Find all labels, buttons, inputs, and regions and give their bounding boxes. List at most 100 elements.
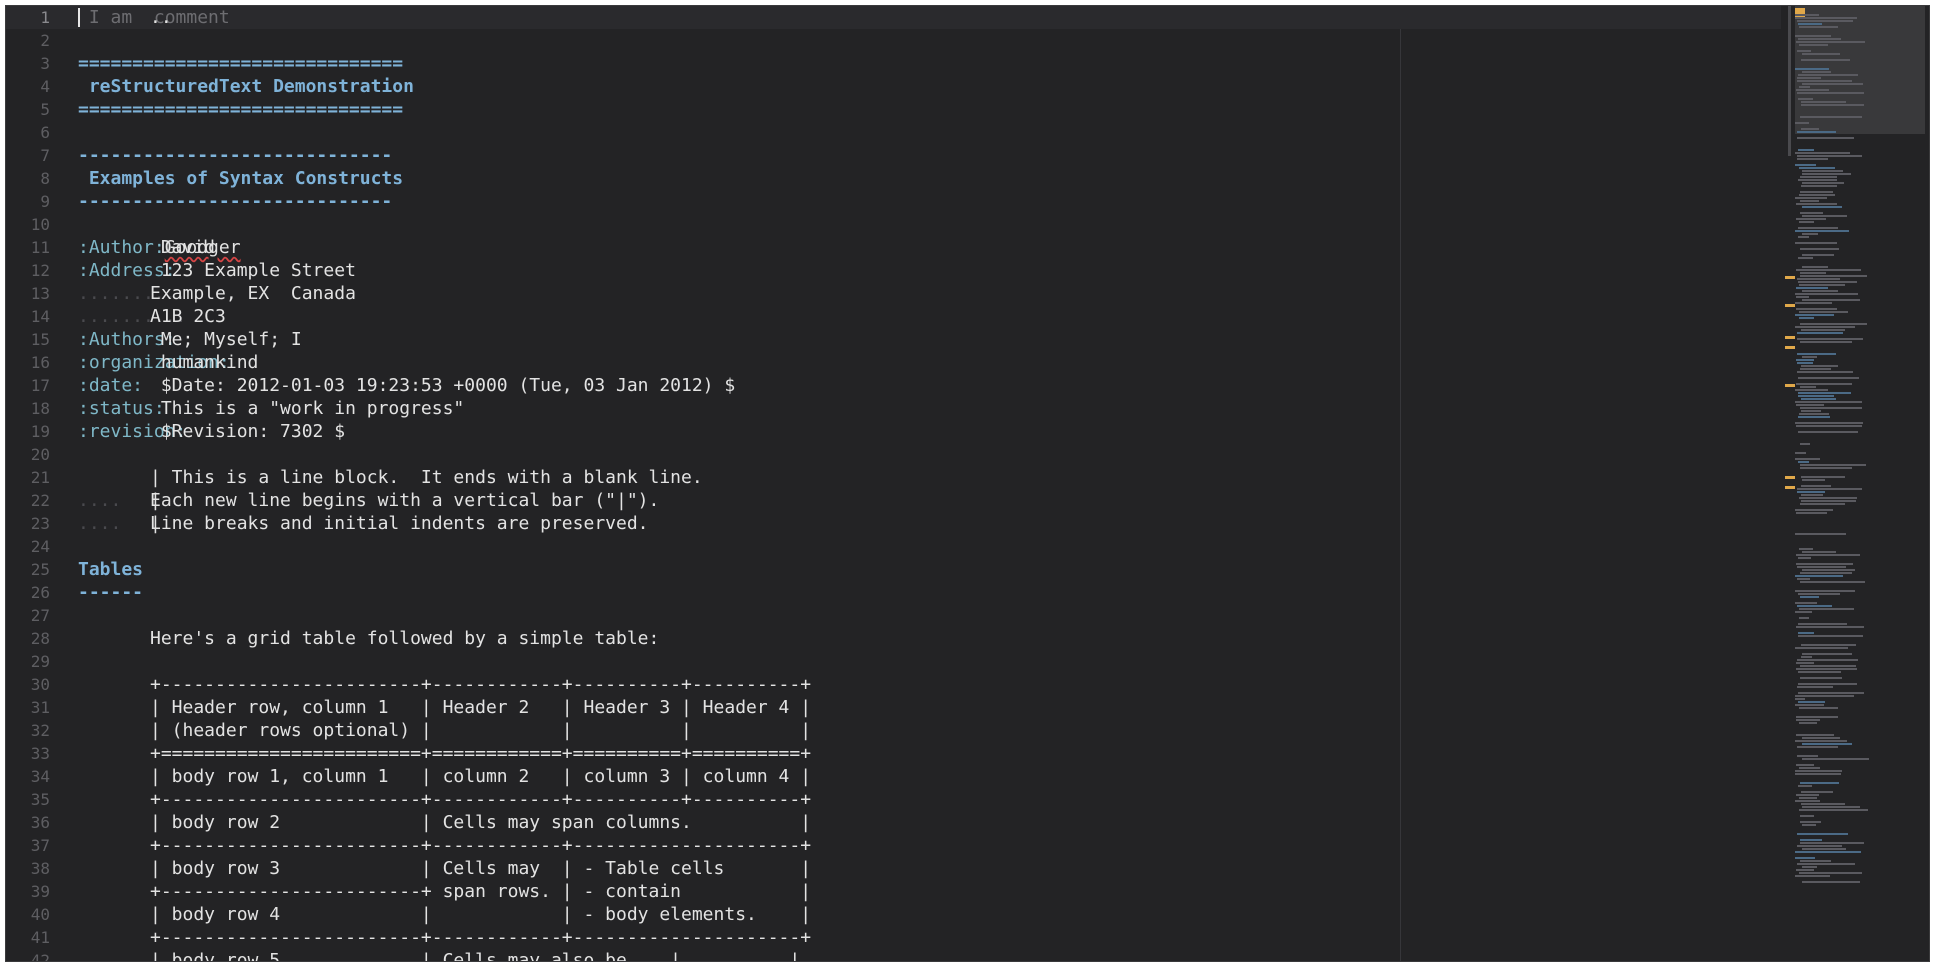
- code-line[interactable]: 25 Tables: [6, 558, 1781, 581]
- line-text[interactable]: :organization: humankind: [78, 351, 258, 374]
- code-line[interactable]: 4 reStructuredText Demonstration: [6, 75, 1781, 98]
- line-text[interactable]: .......... A1B 2C3: [78, 305, 226, 328]
- line-text[interactable]: reStructuredText Demonstration: [78, 75, 414, 98]
- minimap-line: [1795, 314, 1834, 316]
- minimap-line: [1795, 326, 1855, 328]
- minimap-line: [1800, 815, 1814, 817]
- code-line[interactable]: 5 ==============================: [6, 98, 1781, 121]
- minimap[interactable]: [1781, 6, 1929, 961]
- code-line[interactable]: 3 ==============================: [6, 52, 1781, 75]
- change-marker: [1785, 336, 1795, 339]
- line-number: 18: [30, 399, 50, 418]
- line-text[interactable]: :status: This is a "work in progress": [78, 397, 464, 420]
- minimap-line: [1801, 104, 1864, 106]
- minimap-line: [1797, 566, 1846, 568]
- code-line[interactable]: 11:Author: David Goodger: [6, 236, 1781, 259]
- line-text[interactable]: ==============================: [78, 98, 403, 121]
- line-text[interactable]: :Authors: Me; Myself; I: [78, 328, 302, 351]
- minimap-line: [1801, 494, 1823, 496]
- minimap-line: [1799, 548, 1813, 550]
- line-text[interactable]: -----------------------------: [78, 144, 392, 167]
- code-line[interactable]: 23 |.... Line breaks and initial indents a…: [6, 512, 1781, 535]
- code-line[interactable]: 36 | body row 2 | Cells may span columns.…: [6, 811, 1781, 834]
- code-line[interactable]: 27: [6, 604, 1781, 627]
- code-line[interactable]: 18 :status: This is a "work in progress": [6, 397, 1781, 420]
- line-text[interactable]: :date: $Date: 2012-01-03 19:23:53 +0000 …: [78, 374, 735, 397]
- line-text[interactable]: .......... Example, EX Canada: [78, 282, 356, 305]
- code-line[interactable]: 30 +------------------------+------------…: [6, 673, 1781, 696]
- text-token: | This is a line block. It ends with a b…: [150, 467, 703, 488]
- minimap-line: [1798, 38, 1841, 40]
- text-token: +------------------------+------------+-…: [150, 835, 812, 856]
- minimap-line: [1800, 323, 1867, 325]
- code-line[interactable]: 6: [6, 121, 1781, 144]
- code-line[interactable]: 7 -----------------------------: [6, 144, 1781, 167]
- line-number: 16: [30, 353, 50, 372]
- minimap-line: [1795, 773, 1841, 775]
- code-line[interactable]: 16 :organization: humankind: [6, 351, 1781, 374]
- code-line[interactable]: 10: [6, 213, 1781, 236]
- minimap-line: [1798, 227, 1838, 229]
- code-line[interactable]: 17:date: $Date: 2012-01-03 19:23:53 +000…: [6, 374, 1781, 397]
- code-line[interactable]: 35 +------------------------+------------…: [6, 788, 1781, 811]
- code-line[interactable]: 33 +========================+============…: [6, 742, 1781, 765]
- code-line[interactable]: 41 +------------------------+------------…: [6, 926, 1781, 949]
- minimap-line: [1798, 257, 1813, 259]
- minimap-line: [1799, 497, 1857, 499]
- code-line[interactable]: 42 | body row 5 | Cells may also be | |: [6, 949, 1781, 961]
- code-line[interactable]: 8 Examples of Syntax Constructs: [6, 167, 1781, 190]
- editor-lines[interactable]: 1.. I am comment 2 3 ======================…: [6, 6, 1781, 961]
- line-text[interactable]: ------: [78, 581, 143, 604]
- code-line[interactable]: 13 .......... Example, EX Canada: [6, 282, 1781, 305]
- code-line[interactable]: 14 .......... A1B 2C3: [6, 305, 1781, 328]
- minimap-line: [1798, 671, 1841, 673]
- line-text[interactable]: |.... Line breaks and initial indents are…: [78, 512, 649, 535]
- line-text[interactable]: |.... Each new line begins with a vertica…: [78, 489, 659, 512]
- code-line[interactable]: 37 +------------------------+------------…: [6, 834, 1781, 857]
- code-line[interactable]: 28 Here's a grid table followed by a simp…: [6, 627, 1781, 650]
- code-line[interactable]: 2: [6, 29, 1781, 52]
- code-line[interactable]: 31 | Header row, column 1 | Header 2 | He…: [6, 696, 1781, 719]
- line-text[interactable]: ==============================: [78, 52, 403, 75]
- code-line[interactable]: 34 | body row 1, column 1 | column 2 | co…: [6, 765, 1781, 788]
- text-token: Each new line begins with a vertical bar…: [150, 490, 660, 511]
- code-line[interactable]: 29: [6, 650, 1781, 673]
- code-line[interactable]: 9 -----------------------------: [6, 190, 1781, 213]
- code-line[interactable]: 19:revision: $Revision: 7302 $: [6, 420, 1781, 443]
- line-text[interactable]: Examples of Syntax Constructs: [78, 167, 403, 190]
- minimap-line: [1802, 53, 1840, 55]
- code-line[interactable]: 1 .. I am comment: [6, 6, 1781, 29]
- code-line[interactable]: 21 | This is a line block. It ends with a…: [6, 466, 1781, 489]
- line-text[interactable]: Tables: [78, 558, 143, 581]
- minimap-line: [1799, 767, 1820, 769]
- minimap-line: [1797, 20, 1853, 22]
- line-text[interactable]: :Author: David Goodger: [78, 236, 241, 259]
- code-line[interactable]: 15:Authors: Me; Myself; I: [6, 328, 1781, 351]
- line-text[interactable]: :revision: $Revision: 7302 $: [78, 420, 345, 443]
- code-line[interactable]: 38 | body row 3 | Cells may | - Table cel…: [6, 857, 1781, 880]
- code-line[interactable]: 22 |.... Each new line begins with a verti…: [6, 489, 1781, 512]
- text-token: ....: [78, 490, 122, 511]
- minimap-scrollbar[interactable]: [1788, 6, 1791, 156]
- code-line[interactable]: 39 +------------------------+ span rows. …: [6, 880, 1781, 903]
- text-editor[interactable]: 1.. I am comment 2 3 ======================…: [6, 6, 1781, 961]
- minimap-line: [1798, 701, 1825, 703]
- minimap-line: [1799, 608, 1854, 610]
- code-line[interactable]: 12:Address: 123 Example Street: [6, 259, 1781, 282]
- minimap-line: [1796, 869, 1814, 871]
- text-token: David: [150, 237, 226, 258]
- line-text[interactable]: :Address: 123 Example Street: [78, 259, 356, 282]
- code-line[interactable]: 32 | (header rows optional) | | | |: [6, 719, 1781, 742]
- minimap-line: [1799, 167, 1835, 169]
- line-text[interactable]: -----------------------------: [78, 190, 392, 213]
- minimap-line: [1802, 299, 1860, 301]
- code-line[interactable]: 24: [6, 535, 1781, 558]
- minimap-line: [1797, 746, 1838, 748]
- minimap-line: [1797, 278, 1840, 280]
- code-line[interactable]: 20: [6, 443, 1781, 466]
- code-line[interactable]: 26 ------: [6, 581, 1781, 604]
- code-line[interactable]: 40 | body row 4 | | - body elements. |: [6, 903, 1781, 926]
- line-text[interactable]: .. I am comment: [78, 6, 230, 29]
- minimap-line: [1800, 191, 1833, 193]
- text-token: +------------------------+------------+-…: [150, 927, 812, 948]
